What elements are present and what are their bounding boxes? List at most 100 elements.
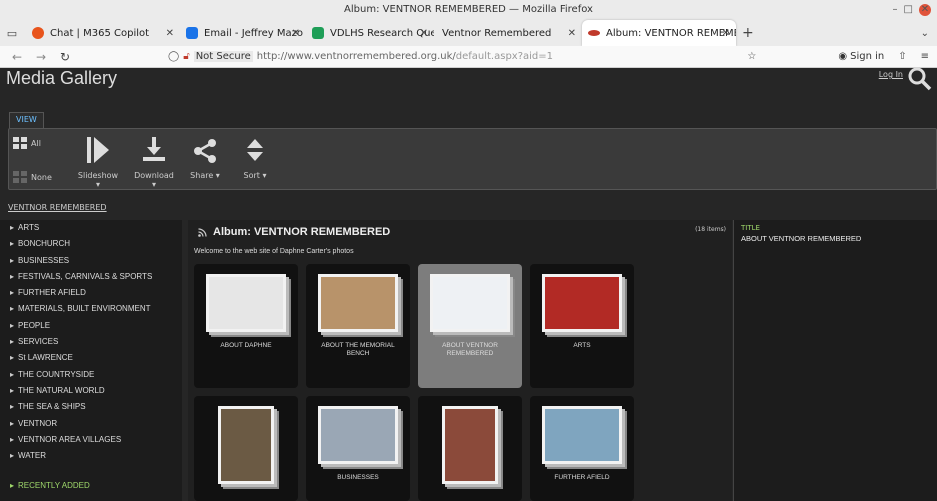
recently-added-link[interactable]: RECENTLY ADDED: [10, 481, 90, 490]
sort-button[interactable]: Sort ▾: [237, 137, 273, 180]
tab-bar: ▭ Chat | M365 Copilot ✕ Email - Jeffrey …: [0, 20, 937, 46]
album-thumbnail[interactable]: ABOUT DAPHNE: [194, 264, 298, 388]
sidebar-item-sea-ships[interactable]: THE SEA & SHIPS: [0, 399, 182, 415]
tab-album[interactable]: Album: VENTNOR REMEMB ✕: [582, 20, 736, 46]
album-thumbnail[interactable]: ARTS: [530, 264, 634, 388]
reload-icon[interactable]: ↻: [58, 50, 72, 64]
album-title: Album: VENTNOR REMEMBERED: [213, 226, 391, 238]
close-tab-icon[interactable]: ✕: [420, 28, 428, 39]
sidebar-item-festivals[interactable]: FESTIVALS, CARNIVALS & SPORTS: [0, 269, 182, 285]
tab-ventnor[interactable]: Ventnor Remembered ✕: [434, 20, 582, 46]
thumbnail-caption: ABOUT DAPHNE: [220, 342, 272, 349]
select-all-button[interactable]: All: [13, 137, 41, 149]
album-thumbnail[interactable]: BUSINESSES: [306, 396, 410, 501]
tab-label: Ventnor Remembered: [442, 27, 552, 39]
tab-vdlhs[interactable]: VDLHS Research Queries - C ✕: [306, 20, 434, 46]
download-icon: [143, 137, 165, 161]
search-icon[interactable]: [907, 66, 933, 92]
login-link[interactable]: Log In: [879, 70, 903, 79]
sidebar-item-bonchurch[interactable]: BONCHURCH: [0, 236, 182, 252]
download-button[interactable]: Download ▾: [129, 137, 179, 189]
rss-icon[interactable]: [198, 227, 207, 237]
close-tab-icon[interactable]: ✕: [292, 28, 300, 39]
new-tab-icon[interactable]: +: [742, 25, 754, 41]
sidebar-item-water[interactable]: WATER: [0, 448, 182, 464]
thumbnail-image: [318, 406, 398, 464]
thumbnail-image: [542, 274, 622, 332]
url-path: default.aspx?aid=1: [455, 51, 554, 62]
thumbnail-caption: FURTHER AFIELD: [554, 474, 610, 481]
tab-list-icon[interactable]: ▭: [4, 27, 20, 40]
sidebar-item-st-lawrence[interactable]: St LAWRENCE: [0, 350, 182, 366]
thumbnail-caption: ABOUT THE MEMORIAL BENCH: [321, 342, 395, 357]
breadcrumb[interactable]: VENTNOR REMEMBERED: [8, 203, 107, 212]
sidebar-item-arts[interactable]: ARTS: [0, 220, 182, 236]
album-list: ARTS BONCHURCH BUSINESSES FESTIVALS, CAR…: [0, 220, 182, 464]
grid-icon: [13, 137, 27, 149]
close-tab-icon[interactable]: ✕: [568, 28, 576, 39]
tab-label: Album: VENTNOR REMEMB: [606, 27, 736, 39]
sidebar-item-natural-world[interactable]: THE NATURAL WORLD: [0, 383, 182, 399]
sidebar-item-businesses[interactable]: BUSINESSES: [0, 253, 182, 269]
play-icon: [87, 137, 109, 163]
url-domain: http://www.ventnorremembered.org.uk/: [256, 51, 456, 62]
close-tab-icon[interactable]: ✕: [722, 28, 730, 39]
thumbnail-caption: BUSINESSES: [337, 474, 379, 481]
select-all-label: All: [31, 138, 41, 148]
details-title-value: ABOUT VENTNOR REMEMBERED: [741, 234, 862, 243]
thumbnail-image: [318, 274, 398, 332]
close-tab-icon[interactable]: ✕: [166, 28, 174, 39]
thumbnail-image: [206, 274, 286, 332]
share-button[interactable]: Share ▾: [187, 137, 223, 180]
thumbnail-caption: ABOUT VENTNOR REMEMBERED: [442, 342, 498, 357]
tab-outlook[interactable]: Email - Jeffrey Mazo - Outlo ✕: [180, 20, 306, 46]
list-all-tabs-icon[interactable]: ⌄: [921, 28, 929, 39]
navigation-toolbar: ← → ↻ ◯ 🔓︎ Not Secure http://www.ventnor…: [0, 46, 937, 68]
grid-empty-icon: [13, 171, 27, 183]
sidebar-item-people[interactable]: PEOPLE: [0, 318, 182, 334]
account-icon: ◉: [838, 51, 848, 62]
album-thumbnail[interactable]: ABOUT VENTNOR REMEMBERED: [418, 264, 522, 388]
sign-in-button[interactable]: ◉ Sign in: [838, 51, 884, 62]
menu-icon[interactable]: ≡: [921, 51, 929, 62]
url-field[interactable]: ◯ 🔓︎ Not Secure http://www.ventnorrememb…: [168, 51, 553, 62]
toolbar-right: ☆ ◉ Sign in ⇧ ≡: [747, 51, 929, 62]
sidebar-item-further-afield[interactable]: FURTHER AFIELD: [0, 285, 182, 301]
minimize-button[interactable]: –: [893, 0, 898, 20]
window-title: Album: VENTNOR REMEMBERED — Mozilla Fire…: [344, 4, 593, 15]
album-thumbnail[interactable]: [194, 396, 298, 501]
slideshow-button[interactable]: Slideshow ▾: [71, 137, 125, 189]
tab-copilot[interactable]: Chat | M365 Copilot ✕: [26, 20, 180, 46]
tab-view[interactable]: VIEW: [9, 112, 44, 128]
maximize-button[interactable]: □: [904, 0, 913, 20]
album-thumbnail[interactable]: [418, 396, 522, 501]
album-sidebar: ARTS BONCHURCH BUSINESSES FESTIVALS, CAR…: [0, 220, 182, 501]
back-icon[interactable]: ←: [10, 50, 24, 64]
sidebar-item-materials[interactable]: MATERIALS, BUILT ENVIRONMENT: [0, 301, 182, 317]
album-thumbnail[interactable]: ABOUT THE MEMORIAL BENCH: [306, 264, 410, 388]
sort-icon: [247, 139, 263, 161]
thumbnail-image: [218, 406, 274, 484]
extensions-icon[interactable]: ⇧: [898, 51, 906, 62]
sign-in-label: Sign in: [850, 51, 885, 62]
sheets-favicon-icon: [312, 27, 324, 39]
forward-icon[interactable]: →: [34, 50, 48, 64]
sidebar-item-ventnor[interactable]: VENTNOR: [0, 416, 182, 432]
copilot-favicon-icon: [32, 27, 44, 39]
download-label: Download: [134, 171, 174, 180]
slideshow-label: Slideshow: [77, 171, 119, 180]
gallery-title: Media Gallery: [6, 68, 118, 88]
shield-icon[interactable]: ◯: [168, 51, 179, 62]
sidebar-item-services[interactable]: SERVICES: [0, 334, 182, 350]
album-thumbnail[interactable]: FURTHER AFIELD: [530, 396, 634, 501]
select-none-button[interactable]: None: [13, 171, 52, 183]
insecure-lock-icon[interactable]: 🔓︎: [183, 51, 189, 62]
sort-label: Sort ▾: [243, 171, 267, 180]
bookmark-star-icon[interactable]: ☆: [747, 51, 756, 62]
sidebar-item-area-villages[interactable]: VENTNOR AREA VILLAGES: [0, 432, 182, 448]
welcome-text: Welcome to the web site of Daphne Carter…: [194, 248, 354, 255]
album-heading: Album: VENTNOR REMEMBERED: [198, 226, 390, 238]
sidebar-item-countryside[interactable]: THE COUNTRYSIDE: [0, 367, 182, 383]
thumbnail-image: [442, 406, 498, 484]
close-window-button[interactable]: ✕: [919, 4, 931, 16]
